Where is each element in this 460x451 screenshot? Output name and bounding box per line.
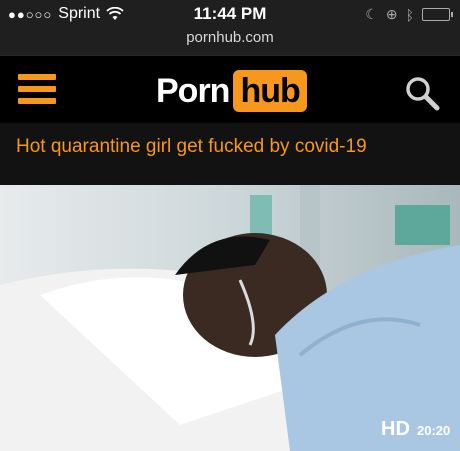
logo-badge: hub — [233, 70, 307, 112]
video-duration: 20:20 — [417, 423, 451, 438]
browser-url[interactable]: pornhub.com — [0, 28, 460, 55]
bluetooth-icon: ᛒ — [405, 6, 414, 23]
battery-icon — [422, 8, 453, 21]
video-title-bar: Hot quarantine girl get fucked by covid-… — [0, 123, 460, 185]
lock-rotation-icon: ⊕ — [385, 6, 398, 22]
hd-badge: HD — [381, 418, 410, 440]
site-header: Porn hub — [0, 55, 460, 124]
moon-icon: ☾ — [365, 6, 378, 22]
search-icon[interactable] — [404, 75, 440, 111]
status-bar: ●●○○○ Sprint 11:44 PM ☾ ⊕ ᛒ — [0, 0, 460, 28]
video-thumbnail[interactable] — [0, 185, 460, 451]
site-logo[interactable]: Porn hub — [156, 70, 307, 112]
video-title[interactable]: Hot quarantine girl get fucked by covid-… — [16, 136, 367, 158]
menu-icon[interactable] — [18, 74, 56, 108]
status-right: ☾ ⊕ ᛒ — [365, 6, 453, 23]
logo-text: Porn — [156, 71, 230, 110]
